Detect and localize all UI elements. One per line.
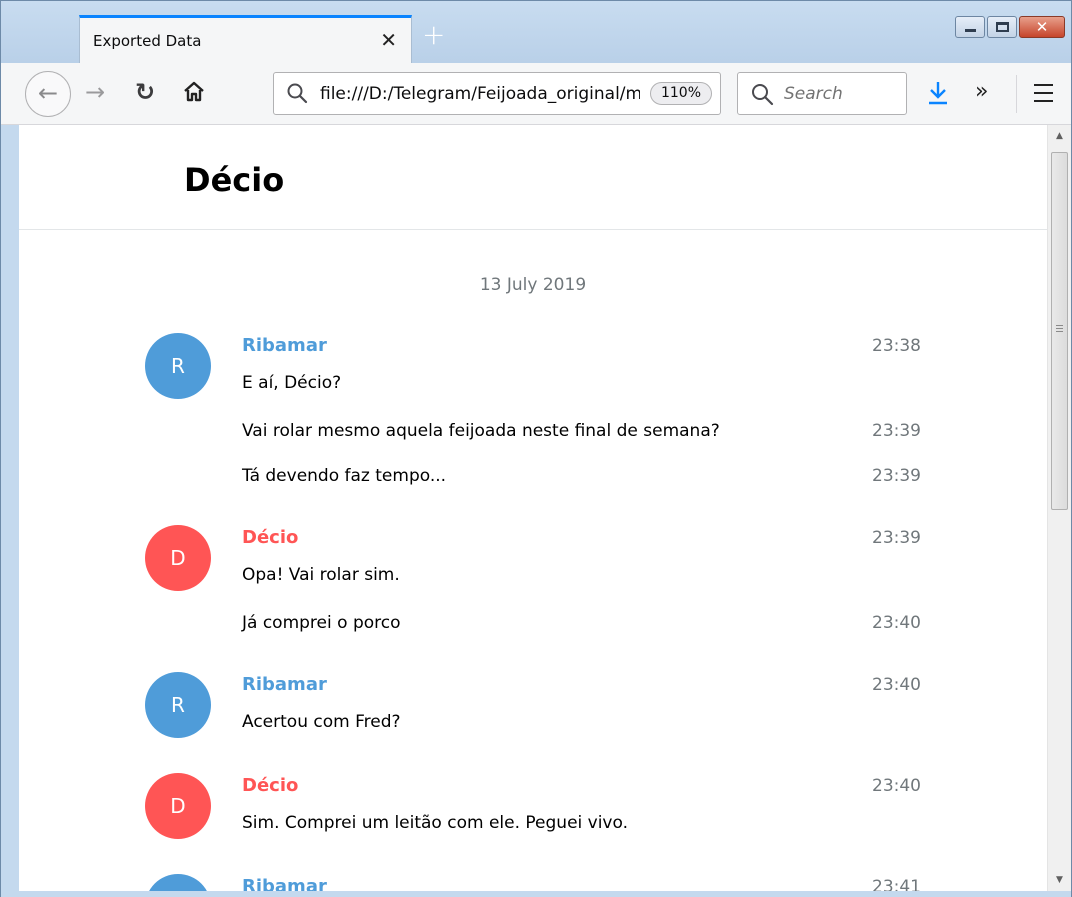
message-time: 23:40	[872, 675, 921, 695]
back-arrow-icon: ←	[37, 79, 59, 107]
page-header: Décio	[19, 125, 1047, 230]
page-title: Décio	[184, 161, 285, 199]
maximize-button[interactable]	[987, 16, 1017, 38]
home-icon[interactable]	[182, 77, 206, 111]
message-text: Vai rolar mesmo aquela feijoada neste fi…	[242, 421, 720, 441]
message-author: Ribamar	[242, 876, 327, 891]
download-icon[interactable]	[926, 80, 950, 106]
message-author: Ribamar	[242, 335, 327, 356]
search-icon	[287, 83, 308, 104]
message-time: 23:39	[872, 421, 921, 441]
close-tab-icon[interactable]: ✕	[380, 28, 397, 52]
tab-title: Exported Data	[93, 32, 202, 50]
close-window-icon: ✕	[1035, 18, 1049, 36]
avatar: R	[145, 672, 211, 738]
message-text: E aí, Décio?	[242, 373, 342, 393]
tab-exported-data[interactable]: Exported Data ✕	[79, 15, 412, 63]
browser-window: Exported Data ✕ + ✕ ← → ↻ file:///D:/Tel…	[0, 0, 1072, 897]
avatar: R	[145, 874, 211, 891]
overflow-menu-icon[interactable]: »	[975, 79, 988, 105]
avatar: D	[145, 525, 211, 591]
message-text: Tá devendo faz tempo...	[242, 466, 447, 486]
search-bar[interactable]: Search	[737, 72, 907, 115]
scroll-up-arrow-icon[interactable]: ▲	[1048, 125, 1071, 147]
message-time: 23:40	[872, 613, 921, 633]
navigation-toolbar: ← → ↻ file:///D:/Telegram/Feijoada_origi…	[1, 63, 1071, 125]
window-controls: ✕	[953, 16, 1065, 40]
toolbar-separator	[1016, 75, 1017, 113]
message-text: Acertou com Fred?	[242, 712, 401, 732]
message-time: 23:39	[872, 528, 921, 548]
message-author: Ribamar	[242, 674, 327, 695]
reload-icon[interactable]: ↻	[135, 77, 155, 107]
close-window-button[interactable]: ✕	[1019, 16, 1065, 38]
message-time: 23:39	[872, 466, 921, 486]
forward-arrow-icon[interactable]: →	[85, 77, 105, 107]
search-placeholder: Search	[784, 84, 843, 104]
minimize-button[interactable]	[955, 16, 985, 38]
message-text: Já comprei o porco	[242, 613, 401, 633]
new-tab-icon[interactable]: +	[422, 21, 445, 49]
avatar: R	[145, 333, 211, 399]
url-text[interactable]: file:///D:/Telegram/Feijoada_original/me…	[320, 84, 640, 104]
minimize-icon	[965, 29, 976, 32]
avatar: D	[145, 773, 211, 839]
vertical-scrollbar[interactable]: ▲ ▼	[1047, 125, 1071, 891]
message-text: Sim. Comprei um leitão com ele. Peguei v…	[242, 813, 629, 833]
grip-icon	[1056, 325, 1063, 334]
scrollbar-thumb[interactable]	[1051, 152, 1068, 510]
page-content: Décio 13 July 2019 R Ribamar E aí, Décio? 2…	[19, 125, 1047, 891]
scroll-down-arrow-icon[interactable]: ▼	[1048, 869, 1071, 891]
date-separator: 13 July 2019	[479, 275, 587, 295]
message-author: Décio	[242, 775, 299, 796]
message-time: 23:40	[872, 776, 921, 796]
message-time: 23:41	[872, 877, 921, 891]
message-author: Décio	[242, 527, 299, 548]
url-bar[interactable]: file:///D:/Telegram/Feijoada_original/me…	[273, 72, 721, 115]
message-time: 23:38	[872, 336, 921, 356]
zoom-level-badge[interactable]: 110%	[649, 82, 712, 105]
back-button[interactable]: ←	[25, 71, 71, 117]
window-bottom-border	[1, 891, 1071, 897]
tab-strip: Exported Data ✕ + ✕	[1, 1, 1071, 63]
search-icon	[752, 84, 774, 106]
hamburger-menu-icon[interactable]	[1034, 84, 1053, 102]
message-text: Opa! Vai rolar sim.	[242, 565, 400, 585]
maximize-icon	[996, 22, 1009, 32]
